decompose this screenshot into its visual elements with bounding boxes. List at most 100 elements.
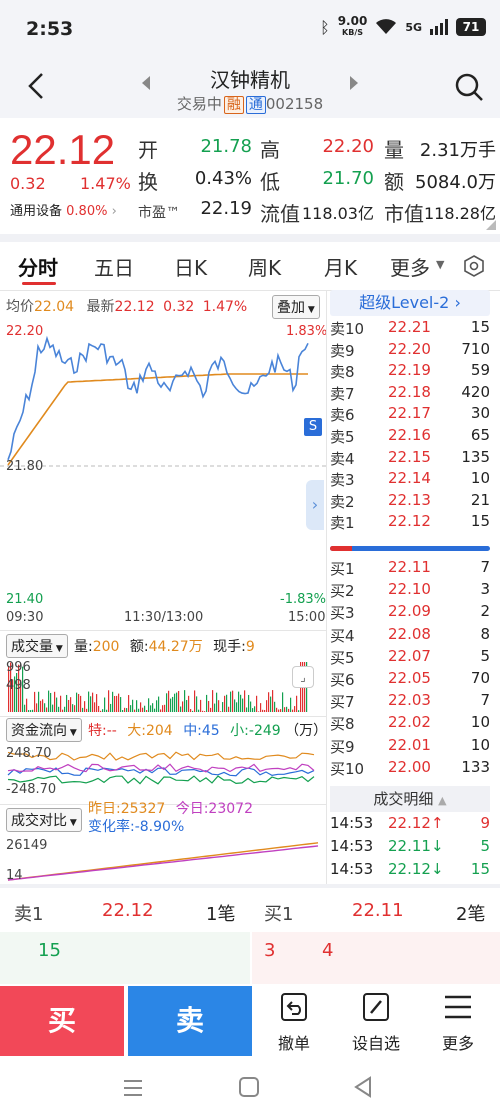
ask-row[interactable]: 卖9 22.20 710	[330, 340, 492, 362]
recent-apps-icon[interactable]	[122, 1078, 144, 1098]
volume-bar	[272, 690, 274, 712]
volume-bar	[280, 709, 282, 712]
volume-bar	[98, 705, 100, 712]
industry-link[interactable]: 通用设备 0.80% ›	[10, 200, 117, 219]
tab-more[interactable]: 更多	[390, 252, 430, 281]
bid-row[interactable]: 买7 22.03 7	[330, 691, 492, 713]
intraday-chart[interactable]	[0, 320, 326, 610]
quick-buy-vol-a: 3	[264, 940, 276, 961]
ask-row[interactable]: 卖1 22.12 15	[330, 512, 492, 534]
ask-price: 22.21	[388, 318, 431, 336]
volume-bar	[74, 705, 76, 712]
cancel-order-button[interactable]: 撤单	[254, 990, 334, 1056]
volume-bar	[276, 707, 278, 712]
sell-button[interactable]: 卖	[128, 986, 252, 1056]
volume-bar	[278, 709, 280, 712]
signal-type: 5G	[405, 20, 422, 34]
more-button[interactable]: 更多	[418, 990, 498, 1056]
volume-bar	[242, 698, 244, 712]
ask-row[interactable]: 卖5 22.16 65	[330, 426, 492, 448]
volume-bar	[190, 709, 192, 712]
cancel-order-icon	[281, 993, 307, 1021]
bid-level-label: 买7	[330, 693, 355, 712]
volume-bar	[80, 695, 82, 712]
bluetooth-icon: ᛒ	[320, 17, 330, 37]
bid-row[interactable]: 买8 22.02 10	[330, 713, 492, 735]
ask-volume: 21	[470, 490, 490, 509]
bid-row[interactable]: 买1 22.11 7	[330, 558, 492, 580]
fullscreen-icon[interactable]: ⌟	[292, 666, 314, 688]
high-value: 22.20	[322, 136, 374, 157]
ask-price: 22.16	[388, 426, 431, 444]
float-cap-label: 流值	[260, 202, 300, 226]
bid-row[interactable]: 买2 22.10 3	[330, 580, 492, 602]
trade-price: 22.11↓	[388, 837, 444, 855]
quick-buy-price: 22.11	[352, 900, 404, 921]
volume-bar	[92, 692, 94, 712]
volume-bar	[84, 701, 86, 712]
volume-bar	[214, 703, 216, 712]
volume-bar	[34, 691, 36, 712]
tab-weekly-k[interactable]: 周K	[248, 252, 281, 281]
ask-row[interactable]: 卖2 22.13 21	[330, 491, 492, 513]
trade-detail-header[interactable]: 成交明细 ▲	[330, 786, 490, 812]
x-axis-open: 09:30	[6, 610, 44, 625]
fund-flow-button[interactable]: 资金流向 ▼	[6, 718, 82, 742]
expand-panel-handle[interactable]: ›	[306, 480, 324, 530]
home-icon[interactable]	[238, 1076, 260, 1098]
volume-bar	[208, 700, 210, 712]
bid-row[interactable]: 买10 22.00 133	[330, 758, 492, 780]
volume-bar	[150, 705, 152, 712]
chevron-right-icon: ›	[111, 204, 117, 219]
buy-button[interactable]: 买	[0, 986, 124, 1056]
volume-bar	[178, 690, 180, 712]
ask-price: 22.14	[388, 469, 431, 488]
sell-marker[interactable]: S	[304, 418, 322, 436]
bid-row[interactable]: 买5 22.07 5	[330, 647, 492, 669]
volume-chart[interactable]	[0, 656, 326, 714]
divider	[0, 234, 500, 242]
next-stock-icon[interactable]	[350, 76, 358, 90]
volume-compare-button[interactable]: 成交对比 ▼	[6, 808, 82, 832]
ask-row[interactable]: 卖7 22.18 420	[330, 383, 492, 405]
vol-y-top: 996	[6, 660, 31, 675]
ask-row[interactable]: 卖10 22.21 15	[330, 318, 492, 340]
tab-monthly-k[interactable]: 月K	[324, 252, 357, 281]
x-axis-close: 15:00	[288, 610, 326, 625]
search-icon[interactable]	[454, 72, 484, 102]
stock-header: 汉钟精机 交易中融通 002158	[0, 56, 500, 118]
ask-volume: 15	[470, 318, 490, 336]
add-watchlist-button[interactable]: 设自选	[336, 990, 416, 1056]
ask-row[interactable]: 卖3 22.14 10	[330, 469, 492, 491]
ask-row[interactable]: 卖4 22.15 135	[330, 448, 492, 470]
ask-row[interactable]: 卖8 22.19 59	[330, 361, 492, 383]
tab-intraday[interactable]: 分时	[18, 252, 58, 281]
bid-row[interactable]: 买4 22.08 8	[330, 625, 492, 647]
volume-bar	[220, 711, 222, 712]
volume-bar	[200, 699, 202, 712]
volume-bar	[42, 699, 44, 712]
volume-bar	[228, 706, 230, 712]
settings-hexagon-icon[interactable]	[462, 254, 486, 278]
volume-bar	[274, 701, 276, 712]
volume-bar	[194, 690, 196, 712]
volume-indicator-button[interactable]: 成交量 ▼	[6, 634, 68, 658]
tab-5day[interactable]: 五日	[94, 252, 134, 281]
volume-bar	[264, 709, 266, 712]
ask-volume: 30	[470, 404, 490, 423]
volume-compare-chart[interactable]	[0, 834, 326, 884]
bid-row[interactable]: 买3 22.09 2	[330, 602, 492, 624]
volume-bar	[252, 708, 254, 712]
bid-row[interactable]: 买9 22.01 10	[330, 736, 492, 758]
bid-row[interactable]: 买6 22.05 70	[330, 669, 492, 691]
high-label: 高	[260, 138, 280, 162]
overlay-button[interactable]: 叠加 ▼	[272, 295, 320, 319]
expand-corner-icon[interactable]	[486, 220, 496, 230]
volume-bar	[86, 708, 88, 712]
caret-up-icon: ▲	[438, 794, 447, 807]
back-nav-icon[interactable]	[352, 1076, 374, 1098]
ask-row[interactable]: 卖6 22.17 30	[330, 404, 492, 426]
tab-daily-k[interactable]: 日K	[174, 252, 207, 281]
level2-button[interactable]: 超级Level-2 ›	[330, 290, 490, 316]
volume-bar	[288, 708, 290, 712]
